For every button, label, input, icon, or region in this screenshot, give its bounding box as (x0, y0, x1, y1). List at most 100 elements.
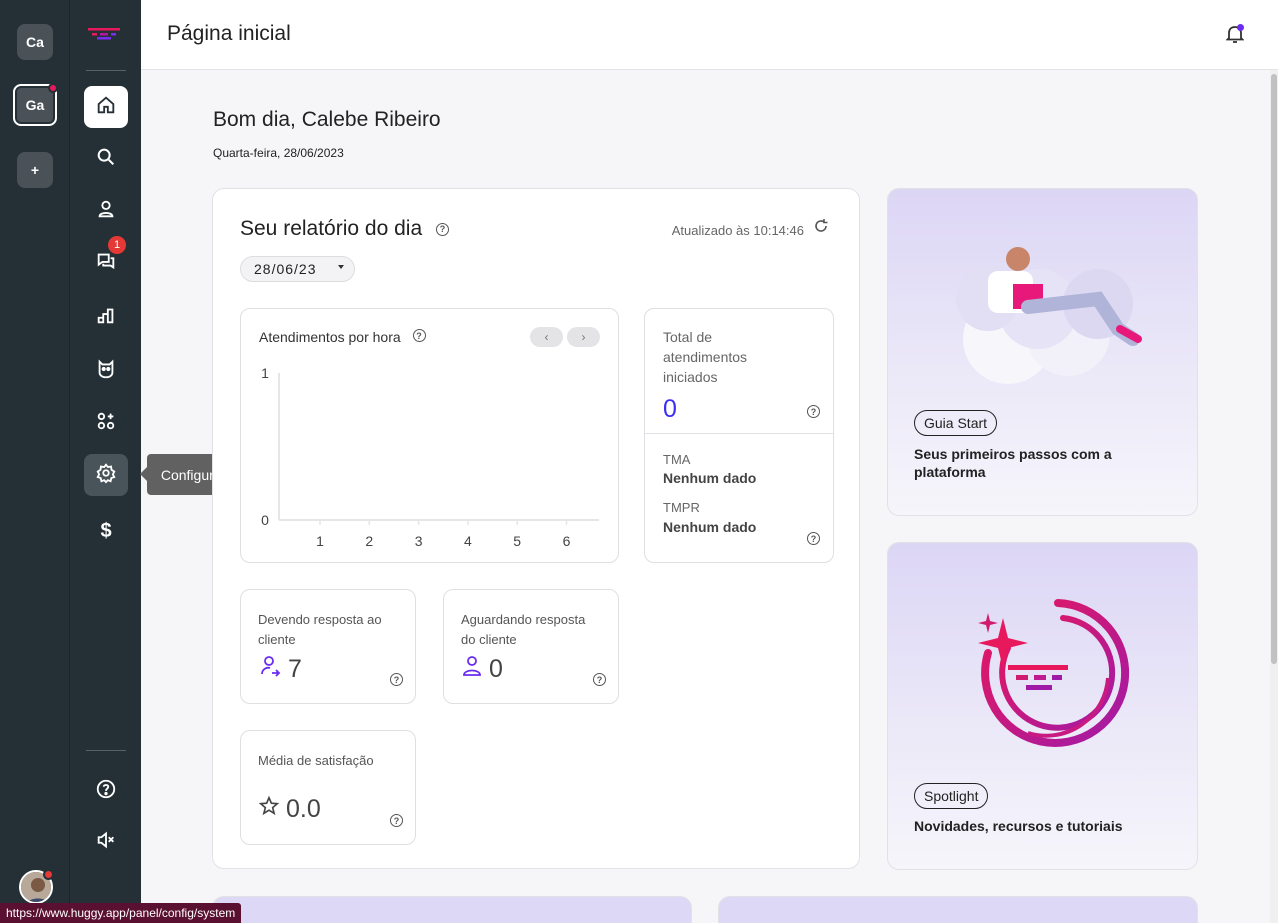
workspace-rail: Ca Ga + (0, 0, 69, 923)
nav-reports[interactable] (84, 296, 128, 338)
x-tick-label: 1 (316, 533, 324, 549)
x-tick-label: 6 (563, 533, 571, 549)
x-tick-label: 4 (464, 533, 472, 549)
search-icon (95, 146, 117, 173)
sound-muted-icon (95, 829, 117, 856)
updated-time: Atualizado às 10:14:46 (671, 223, 804, 238)
x-tick-label: 3 (415, 533, 423, 549)
help-icon[interactable]: ? (390, 814, 403, 827)
nav-help[interactable] (84, 770, 128, 812)
chip-label: Guia Start (924, 415, 988, 431)
user-icon (461, 654, 483, 685)
satisfaction-row: 0.0 (258, 795, 321, 824)
guia-start-chip: Guia Start (914, 410, 998, 436)
help-icon[interactable]: ? (807, 405, 820, 418)
page-title: Página inicial (167, 22, 291, 45)
chats-badge: 1 (108, 236, 126, 254)
help-icon[interactable]: ? (435, 222, 449, 236)
help-icon (95, 778, 117, 805)
spotlight-card[interactable]: Spotlight Novidades, recursos e tutoriai… (887, 542, 1198, 870)
contacts-icon (95, 198, 117, 225)
help-icon[interactable]: ? (807, 532, 820, 545)
home-icon (95, 94, 117, 121)
settings-icon (95, 462, 117, 489)
nav-settings[interactable] (84, 454, 128, 496)
reply-user-icon (258, 654, 282, 685)
apps-icon (95, 410, 117, 437)
huggy-logo[interactable] (86, 22, 122, 47)
satisfaction-label: Média de satisfação (258, 753, 374, 768)
spotlight-illustration (978, 599, 1130, 747)
awaiting-client-value: 0 (489, 655, 503, 683)
page-scrollbar[interactable] (1270, 70, 1278, 923)
nav-sidebar: 1 $ (69, 0, 141, 923)
chip-label: Spotlight (924, 788, 979, 804)
star-icon (258, 795, 280, 824)
notification-dot (48, 83, 58, 93)
workspace-label: Ga (25, 97, 45, 113)
total-value: 0 (663, 395, 677, 423)
hourly-chart: 1 0 1 2 3 4 5 6 (261, 365, 599, 549)
y-tick-label: 1 (261, 365, 269, 381)
avatar-status-dot (43, 869, 54, 880)
divider (86, 750, 126, 751)
bottom-card-left (212, 896, 692, 923)
status-bar-url: https://www.huggy.app/panel/config/syste… (0, 903, 242, 923)
satisfaction-card: Média de satisfação 0.0 ? (240, 730, 416, 845)
chevron-down-icon (338, 265, 344, 269)
nav-chats[interactable]: 1 (84, 236, 128, 284)
add-workspace-button[interactable]: + (17, 152, 53, 188)
refresh-icon[interactable] (813, 218, 829, 239)
notification-dot (1237, 24, 1244, 31)
x-tick-label: 5 (513, 533, 521, 549)
report-title-row: Seu relatório do dia ? (240, 217, 449, 241)
add-workspace-label: + (30, 162, 40, 178)
bottom-card-right (718, 896, 1198, 923)
spotlight-chip: Spotlight (914, 783, 989, 809)
divider (86, 70, 126, 71)
tmpr-value: Nenhum dado (663, 519, 757, 535)
awaiting-reply-card: Devendo resposta ao cliente 7 ? (240, 589, 416, 704)
reports-icon (95, 304, 117, 331)
nav-apps[interactable] (84, 402, 128, 444)
nav-sound[interactable] (84, 821, 128, 863)
daily-report-card: Seu relatório do dia ? Atualizado às 10:… (212, 188, 860, 869)
awaiting-client-card: Aguardando resposta do cliente 0 ? (443, 589, 619, 704)
scrollbar-thumb[interactable] (1271, 74, 1277, 664)
spotlight-text: Novidades, recursos e tutoriais (914, 818, 1123, 834)
workspace-ca[interactable]: Ca (17, 24, 53, 60)
tmpr-label: TMPR (663, 500, 700, 515)
nav-bots[interactable] (84, 350, 128, 392)
awaiting-client-row: 0 (461, 654, 503, 685)
divider (645, 433, 833, 434)
tma-value: Nenhum dado (663, 470, 757, 486)
tma-label: TMA (663, 452, 691, 467)
y-tick-label: 0 (261, 512, 269, 528)
current-date: Quarta-feira, 28/06/2023 (213, 146, 344, 160)
help-icon[interactable]: ? (390, 673, 403, 686)
awaiting-reply-value: 7 (288, 655, 302, 683)
guia-start-card[interactable]: Guia Start Seus primeiros passos com a p… (887, 188, 1198, 516)
nav-contacts[interactable] (84, 190, 128, 232)
satisfaction-value: 0.0 (286, 795, 321, 823)
workspace-label: Ca (26, 34, 44, 50)
awaiting-reply-label: Devendo resposta ao cliente (258, 612, 382, 647)
help-icon[interactable]: ? (593, 673, 606, 686)
reading-illustration (956, 247, 1142, 384)
guia-start-text: Seus primeiros passos com a plataforma (914, 446, 1112, 480)
awaiting-reply-row: 7 (258, 654, 302, 685)
date-select-value: 28/06/23 (254, 261, 317, 277)
top-header: Página inicial (141, 0, 1278, 70)
total-label: Total de atendimentos iniciados (663, 329, 748, 385)
greeting-title: Bom dia, Calebe Ribeiro (213, 108, 441, 131)
nav-home[interactable] (84, 86, 128, 128)
report-title: Seu relatório do dia (240, 217, 423, 240)
date-select[interactable]: 28/06/23 (240, 256, 355, 282)
nav-billing[interactable]: $ (84, 510, 128, 552)
total-card: Total de atendimentos iniciados 0 ? TMA … (644, 308, 834, 563)
bot-icon (95, 358, 117, 385)
nav-search[interactable] (84, 138, 128, 180)
workspace-ga[interactable]: Ga (13, 83, 58, 126)
hourly-chart-card: Atendimentos por hora ? ‹ › 10123456 (240, 308, 619, 563)
billing-icon: $ (100, 519, 112, 542)
